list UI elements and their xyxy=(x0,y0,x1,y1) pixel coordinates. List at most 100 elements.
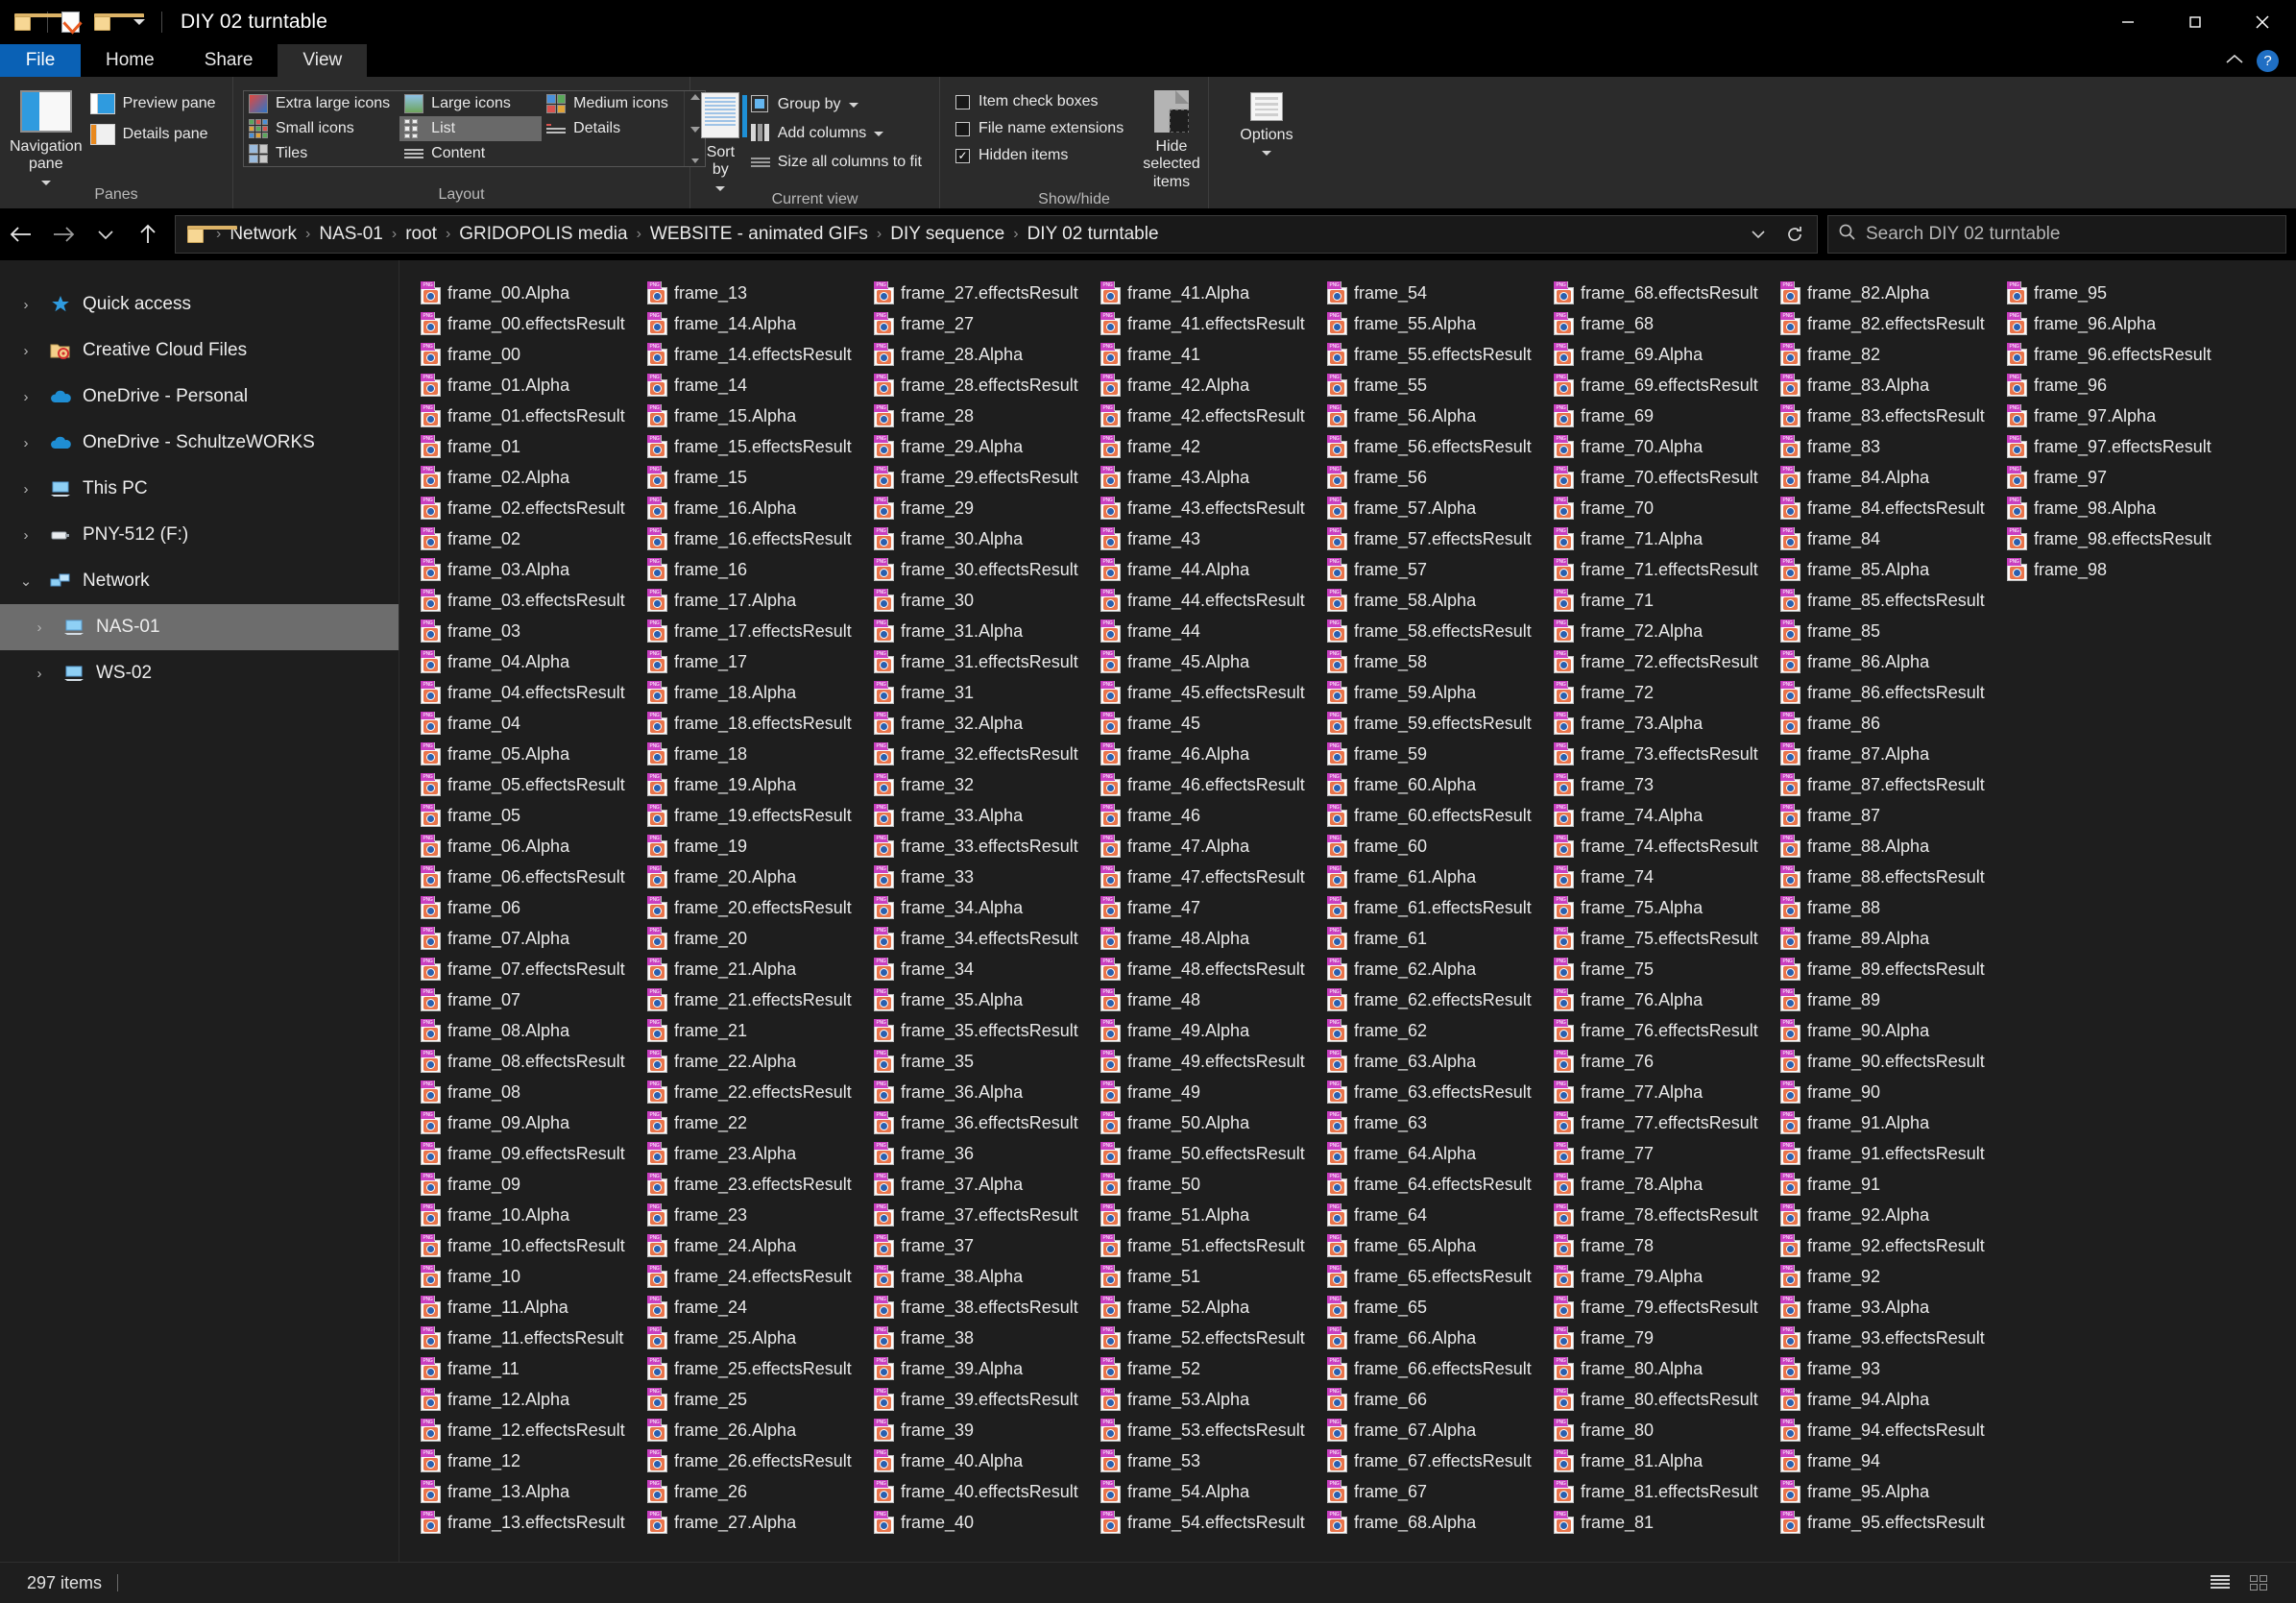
folder-icon[interactable] xyxy=(8,4,64,40)
file-list-item[interactable]: PNG frame_69.Alpha xyxy=(1546,339,1773,370)
file-list-item[interactable]: PNG frame_92.effectsResult xyxy=(1773,1230,1999,1261)
file-list-item[interactable]: PNG frame_12.effectsResult xyxy=(413,1415,640,1445)
chevron-right-icon[interactable]: › xyxy=(27,619,52,636)
layout-tiles[interactable]: Tiles xyxy=(244,141,399,166)
sidebar-item-this-pc[interactable]: › This PC xyxy=(0,466,399,512)
file-list-item[interactable]: PNG frame_78 xyxy=(1546,1230,1773,1261)
sidebar-item-onedrive-schultzeworks[interactable]: › OneDrive - SchultzeWORKS xyxy=(0,420,399,466)
file-list-item[interactable]: PNG frame_26 xyxy=(640,1476,866,1507)
sidebar-item-ws-02[interactable]: › WS-02 xyxy=(0,650,399,696)
file-list-item[interactable]: PNG frame_13.effectsResult xyxy=(413,1507,640,1538)
file-list-item[interactable]: PNG frame_84.effectsResult xyxy=(1773,493,1999,523)
file-list-item[interactable]: PNG frame_65.effectsResult xyxy=(1319,1261,1546,1292)
file-list-item[interactable]: PNG frame_10.effectsResult xyxy=(413,1230,640,1261)
file-list-item[interactable]: PNG frame_20.Alpha xyxy=(640,862,866,892)
file-list-item[interactable]: PNG frame_15.effectsResult xyxy=(640,431,866,462)
file-list-item[interactable]: PNG frame_52.effectsResult xyxy=(1093,1323,1319,1353)
file-list-item[interactable]: PNG frame_62.effectsResult xyxy=(1319,984,1546,1015)
file-list-item[interactable]: PNG frame_97.Alpha xyxy=(1999,401,2226,431)
file-list-item[interactable]: PNG frame_07.Alpha xyxy=(413,923,640,954)
file-list-item[interactable]: PNG frame_35.effectsResult xyxy=(866,1015,1093,1046)
file-list-item[interactable]: PNG frame_76.Alpha xyxy=(1546,984,1773,1015)
chevron-right-icon[interactable]: › xyxy=(13,527,38,544)
file-list-item[interactable]: PNG frame_52 xyxy=(1093,1353,1319,1384)
file-list-item[interactable]: PNG frame_44.Alpha xyxy=(1093,554,1319,585)
file-list-item[interactable]: PNG frame_12.Alpha xyxy=(413,1384,640,1415)
file-list-item[interactable]: PNG frame_92.Alpha xyxy=(1773,1200,1999,1230)
file-list-item[interactable]: PNG frame_09.Alpha xyxy=(413,1107,640,1138)
file-list-item[interactable]: PNG frame_41 xyxy=(1093,339,1319,370)
file-list-item[interactable]: PNG frame_11 xyxy=(413,1353,640,1384)
file-list-item[interactable]: PNG frame_21 xyxy=(640,1015,866,1046)
file-list-item[interactable]: PNG frame_45.effectsResult xyxy=(1093,677,1319,708)
options-button[interactable]: Options xyxy=(1222,88,1311,157)
file-list-item[interactable]: PNG frame_08.Alpha xyxy=(413,1015,640,1046)
tab-file[interactable]: File xyxy=(0,44,81,77)
file-list-item[interactable]: PNG frame_83 xyxy=(1773,431,1999,462)
add-columns-button[interactable]: Add columns xyxy=(747,121,930,146)
breadcrumb-root[interactable]: root xyxy=(399,222,444,247)
file-list-item[interactable]: PNG frame_12 xyxy=(413,1445,640,1476)
file-list-item[interactable]: PNG frame_57.effectsResult xyxy=(1319,523,1546,554)
file-list-item[interactable]: PNG frame_01 xyxy=(413,431,640,462)
file-list-item[interactable]: PNG frame_17.Alpha xyxy=(640,585,866,616)
file-list-item[interactable]: PNG frame_21.Alpha xyxy=(640,954,866,984)
customize-caret-icon[interactable] xyxy=(122,4,157,40)
file-list-item[interactable]: PNG frame_42.Alpha xyxy=(1093,370,1319,401)
chevron-right-icon[interactable]: › xyxy=(13,389,38,405)
refresh-icon[interactable] xyxy=(1778,218,1811,251)
file-list-item[interactable]: PNG frame_45.Alpha xyxy=(1093,646,1319,677)
file-list-item[interactable]: PNG frame_81.Alpha xyxy=(1546,1445,1773,1476)
file-list-item[interactable]: PNG frame_49 xyxy=(1093,1077,1319,1107)
file-list-item[interactable]: PNG frame_90.effectsResult xyxy=(1773,1046,1999,1077)
file-list-item[interactable]: PNG frame_43.effectsResult xyxy=(1093,493,1319,523)
sidebar-item-network[interactable]: ⌄ Network xyxy=(0,558,399,604)
chevron-right-icon[interactable]: › xyxy=(13,343,38,359)
file-list-item[interactable]: PNG frame_33.effectsResult xyxy=(866,831,1093,862)
file-list-item[interactable]: PNG frame_83.Alpha xyxy=(1773,370,1999,401)
chevron-right-icon[interactable]: › xyxy=(13,481,38,498)
file-list-item[interactable]: PNG frame_02.Alpha xyxy=(413,462,640,493)
file-list-item[interactable]: PNG frame_07 xyxy=(413,984,640,1015)
minimize-icon[interactable] xyxy=(2094,0,2162,44)
file-list-item[interactable]: PNG frame_86.effectsResult xyxy=(1773,677,1999,708)
file-list-item[interactable]: PNG frame_54.effectsResult xyxy=(1093,1507,1319,1538)
file-list-item[interactable]: PNG frame_55.effectsResult xyxy=(1319,339,1546,370)
file-list-item[interactable]: PNG frame_32 xyxy=(866,769,1093,800)
file-list-item[interactable]: PNG frame_87.effectsResult xyxy=(1773,769,1999,800)
file-list-item[interactable]: PNG frame_02 xyxy=(413,523,640,554)
file-list-item[interactable]: PNG frame_40.effectsResult xyxy=(866,1476,1093,1507)
file-list-item[interactable]: PNG frame_55 xyxy=(1319,370,1546,401)
file-list-item[interactable]: PNG frame_81.effectsResult xyxy=(1546,1476,1773,1507)
file-list-item[interactable]: PNG frame_08.effectsResult xyxy=(413,1046,640,1077)
file-list-item[interactable]: PNG frame_59 xyxy=(1319,739,1546,769)
file-list-item[interactable]: PNG frame_35 xyxy=(866,1046,1093,1077)
size-all-columns-button[interactable]: Size all columns to fit xyxy=(747,150,930,175)
file-list-item[interactable]: PNG frame_70 xyxy=(1546,493,1773,523)
file-list-item[interactable]: PNG frame_82.effectsResult xyxy=(1773,308,1999,339)
file-list-item[interactable]: PNG frame_71.effectsResult xyxy=(1546,554,1773,585)
file-list-item[interactable]: PNG frame_22.effectsResult xyxy=(640,1077,866,1107)
file-list-item[interactable]: PNG frame_06 xyxy=(413,892,640,923)
file-list-item[interactable]: PNG frame_80 xyxy=(1546,1415,1773,1445)
file-list-item[interactable]: PNG frame_58.Alpha xyxy=(1319,585,1546,616)
file-list-item[interactable]: PNG frame_46.Alpha xyxy=(1093,739,1319,769)
file-list-item[interactable]: PNG frame_55.Alpha xyxy=(1319,308,1546,339)
layout-large-icons[interactable]: Large icons xyxy=(399,91,542,116)
layout-small-icons[interactable]: Small icons xyxy=(244,116,399,141)
file-list-item[interactable]: PNG frame_34 xyxy=(866,954,1093,984)
recent-locations-button[interactable] xyxy=(85,213,127,255)
file-list-item[interactable]: PNG frame_73 xyxy=(1546,769,1773,800)
file-list-item[interactable]: PNG frame_03.effectsResult xyxy=(413,585,640,616)
file-list-item[interactable]: PNG frame_84.Alpha xyxy=(1773,462,1999,493)
file-list-item[interactable]: PNG frame_73.effectsResult xyxy=(1546,739,1773,769)
properties-icon[interactable] xyxy=(53,4,87,40)
file-list-item[interactable]: PNG frame_61 xyxy=(1319,923,1546,954)
file-list-item[interactable]: PNG frame_37.Alpha xyxy=(866,1169,1093,1200)
file-list-item[interactable]: PNG frame_92 xyxy=(1773,1261,1999,1292)
file-list-item[interactable]: PNG frame_04.Alpha xyxy=(413,646,640,677)
file-list-item[interactable]: PNG frame_01.Alpha xyxy=(413,370,640,401)
file-list-item[interactable]: PNG frame_66.Alpha xyxy=(1319,1323,1546,1353)
file-list-item[interactable]: PNG frame_59.effectsResult xyxy=(1319,708,1546,739)
file-list-item[interactable]: PNG frame_69.effectsResult xyxy=(1546,370,1773,401)
